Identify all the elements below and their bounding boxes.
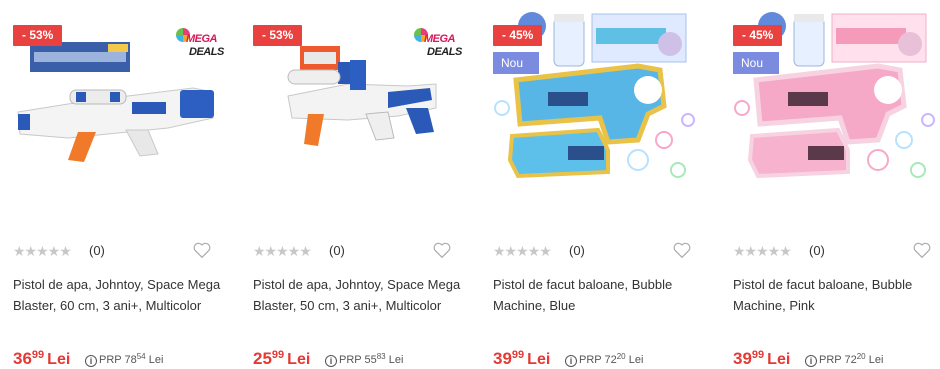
info-icon[interactable]: i: [325, 355, 337, 367]
current-price: 3699 Lei: [13, 349, 71, 368]
discount-badge: - 45%: [493, 25, 543, 46]
product-card[interactable]: - 53% MEGA DEALS ★★★★★ (0) Pistol de apa…: [8, 0, 240, 369]
discount-badge: - 53%: [253, 25, 303, 46]
recommended-price: i PRP 5583 Lei: [325, 350, 403, 367]
product-image[interactable]: - 53% MEGA DEALS: [248, 0, 480, 222]
heart-icon[interactable]: [431, 239, 453, 261]
product-card[interactable]: - 53% MEGA DEALS ★★★★★ (0) Pistol de apa…: [248, 0, 480, 369]
heart-icon[interactable]: [191, 239, 213, 261]
review-count: (0): [569, 243, 585, 258]
recommended-price: i PRP 7854 Lei: [85, 350, 163, 367]
mega-deals-line1: MEGA: [424, 33, 456, 45]
heart-icon[interactable]: [671, 239, 693, 261]
info-icon[interactable]: i: [85, 355, 97, 367]
rating-stars: ★★★★★: [13, 243, 72, 259]
product-title[interactable]: Pistol de facut baloane, Bubble Machine,…: [733, 274, 940, 316]
current-price: 3999 Lei: [733, 349, 791, 368]
discount-badge: - 53%: [13, 25, 63, 46]
discount-badge: - 45%: [733, 25, 783, 46]
recommended-price: i PRP 7220 Lei: [805, 350, 883, 367]
product-card[interactable]: - 45% Nou ★★★★★ (0) Pistol de facut balo…: [728, 0, 940, 369]
review-count: (0): [329, 243, 345, 258]
rating-stars: ★★★★★: [733, 243, 792, 259]
review-count: (0): [89, 243, 105, 258]
current-price: 3999 Lei: [493, 349, 551, 368]
recommended-price: i PRP 7220 Lei: [565, 350, 643, 367]
new-badge: Nou: [733, 52, 779, 74]
info-icon[interactable]: i: [565, 355, 577, 367]
rating-row: ★★★★★ (0): [493, 242, 715, 260]
price-row: 3999 Lei i PRP 7220 Lei: [733, 345, 940, 368]
rating-stars: ★★★★★: [253, 243, 312, 259]
mega-deals-logo: MEGA DEALS: [414, 28, 464, 68]
rating-row: ★★★★★ (0): [733, 242, 940, 260]
new-badge: Nou: [493, 52, 539, 74]
product-image[interactable]: - 45% Nou: [488, 0, 720, 222]
heart-icon[interactable]: [911, 239, 933, 261]
price-row: 3999 Lei i PRP 7220 Lei: [493, 345, 718, 368]
info-icon[interactable]: i: [805, 355, 817, 367]
rating-row: ★★★★★ (0): [13, 242, 235, 260]
mega-deals-logo: MEGA DEALS: [176, 28, 226, 68]
price-row: 3699 Lei i PRP 7854 Lei: [13, 345, 238, 368]
product-image[interactable]: - 45% Nou: [728, 0, 940, 222]
mega-deals-line2: DEALS: [427, 46, 462, 58]
rating-stars: ★★★★★: [493, 243, 552, 259]
rating-row: ★★★★★ (0): [253, 242, 475, 260]
product-title[interactable]: Pistol de facut baloane, Bubble Machine,…: [493, 274, 705, 316]
product-card[interactable]: - 45% Nou ★★★★★ (0) Pistol de facut balo…: [488, 0, 720, 369]
product-grid: - 53% MEGA DEALS ★★★★★ (0) Pistol de apa…: [0, 0, 940, 369]
price-row: 2599 Lei i PRP 5583 Lei: [253, 345, 478, 368]
current-price: 2599 Lei: [253, 349, 311, 368]
mega-deals-line1: MEGA: [186, 33, 218, 45]
product-image[interactable]: - 53% MEGA DEALS: [8, 0, 240, 222]
product-title[interactable]: Pistol de apa, Johntoy, Space Mega Blast…: [13, 274, 225, 316]
mega-deals-line2: DEALS: [189, 46, 224, 58]
review-count: (0): [809, 243, 825, 258]
product-title[interactable]: Pistol de apa, Johntoy, Space Mega Blast…: [253, 274, 465, 316]
